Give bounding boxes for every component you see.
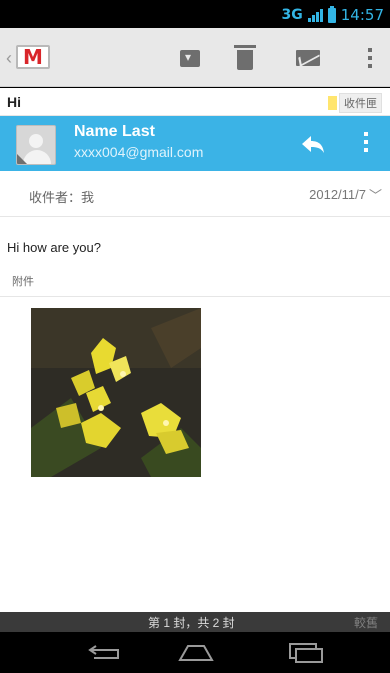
trash-icon[interactable] [230,43,260,73]
status-indicators: 3G 14:57 [281,5,384,24]
network-type: 3G [281,7,303,23]
back-icon[interactable] [84,640,128,664]
reply-icon[interactable] [300,131,326,157]
recipient-row[interactable]: 收件者：我 2012/11/7 ﹀ [0,171,390,217]
older-button[interactable]: 較舊 [354,614,378,631]
screen: 3G 14:57 ‹ Hi 收件匣 Name Las [0,0,390,673]
recents-icon[interactable] [284,640,328,664]
message-subject: Hi [7,94,21,110]
up-caret-icon[interactable]: ‹ [6,48,12,69]
label-flag-icon [328,96,337,110]
label-chip[interactable]: 收件匣 [328,93,382,113]
clock: 14:57 [340,6,384,24]
gmail-logo[interactable] [16,45,50,69]
overflow-menu-icon[interactable] [360,43,380,73]
mark-unread-icon[interactable] [293,43,323,73]
home-icon[interactable] [174,640,218,664]
archive-icon[interactable] [175,43,205,73]
attachment-label: 附件 [12,276,34,288]
message-view: Hi 收件匣 Name Last xxxx004@gmail.com 收件者：我… [0,88,390,612]
sender-name: Name Last [74,123,155,140]
recipient: 收件者：我 [29,190,95,205]
divider [0,296,390,297]
message-overflow-icon[interactable] [364,132,370,152]
attachment-image[interactable] [31,308,201,477]
message-body: Hi how are you? [7,240,101,255]
label-text: 收件匣 [339,93,382,113]
signal-icon [307,8,323,22]
pager-position: 第 1 封，共 2 封 [148,616,235,630]
navigation-bar [0,632,390,673]
action-bar: ‹ [0,28,390,87]
pager-bar: 第 1 封，共 2 封 較舊 [0,612,390,632]
subject-row: Hi 收件匣 [0,88,390,116]
sender-email: xxxx004@gmail.com [74,144,204,160]
chevron-down-icon[interactable]: ﹀ [369,185,382,204]
sender-header[interactable]: Name Last xxxx004@gmail.com [0,116,390,171]
avatar[interactable] [16,125,56,165]
status-bar: 3G 14:57 [0,0,390,28]
message-date: 2012/11/7 [309,187,366,202]
battery-icon [327,5,336,23]
